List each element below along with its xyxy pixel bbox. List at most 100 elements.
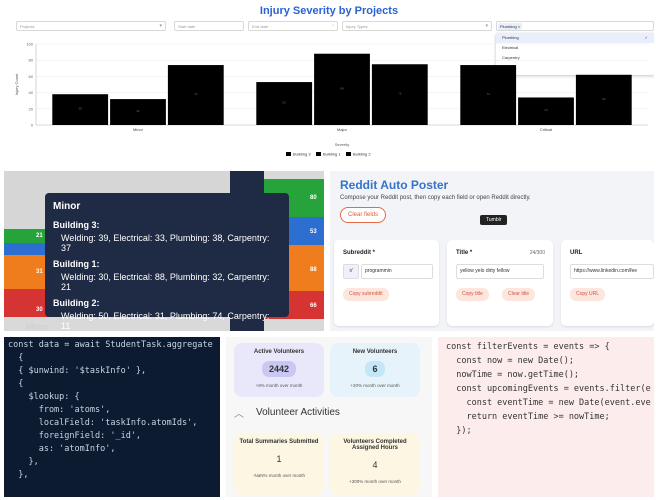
code-line: const now = new Date(); (446, 356, 574, 366)
active-volunteers-value: 2442 (261, 361, 297, 377)
legend-label: Building 2 (353, 152, 371, 157)
data-label: 53 (283, 101, 287, 105)
aggregate-code-panel: const data = await StudentTask.aggregate… (4, 337, 220, 497)
seg-label: 30 (36, 307, 43, 313)
axis-category-label: Minor (26, 322, 49, 331)
code-line: }); (446, 426, 472, 436)
data-label: 74 (194, 92, 198, 96)
new-volunteers-value: 6 (365, 361, 385, 377)
new-volunteers-label: New Volunteers (352, 349, 398, 355)
summaries-value: 1 (276, 454, 282, 464)
code-line: }, (8, 457, 39, 467)
reddit-subtitle: Compose your Reddit post, then copy each… (340, 195, 531, 201)
seg-label: 21 (36, 233, 43, 239)
clear-title-button[interactable]: Clear title (502, 288, 536, 301)
code-line: return eventTime >= nowTime; (446, 412, 610, 422)
y-tick-label: 0 (31, 123, 34, 128)
y-tick-label: 60 (29, 74, 34, 79)
subreddit-input[interactable]: programmin (361, 264, 433, 279)
seg-label: 88 (310, 267, 317, 273)
hours-change: +300% month over month (349, 479, 401, 484)
data-label: 34 (544, 108, 548, 112)
tooltip-building-3: Building 3: (53, 220, 100, 230)
bar-chart: 0 20 40 60 80 100 Injury Count Severity 38 32 74 Mi… (14, 42, 648, 157)
tumblr-tooltip: Tumblr (480, 215, 508, 225)
data-label: 62 (602, 97, 606, 101)
copy-url-button[interactable]: Copy URL (570, 288, 606, 301)
title-label: Title * (456, 250, 473, 256)
code-line: const eventTime = new Date(event.eve (446, 398, 651, 408)
volunteer-dashboard-panel: Active Volunteers 2442 +8% month over mo… (226, 337, 432, 497)
legend-label: Building 3 (293, 152, 311, 157)
x-axis-label: Severity (335, 142, 349, 147)
code-line: const data = await StudentTask.aggregate (8, 340, 213, 350)
seg-label: 31 (36, 269, 43, 275)
tooltip-building-3-values: Welding: 39, Electrical: 33, Plumbing: 3… (61, 233, 270, 253)
tooltip-building-2-values: Welding: 50, Electrical: 31, Plumbing: 7… (61, 311, 270, 331)
tooltip-building-2: Building 2: (53, 298, 100, 308)
legend-label: Building 1 (323, 152, 341, 157)
summaries-card: Total Summaries Submitted 1 -NaN% month … (234, 433, 324, 495)
y-tick-label: 80 (29, 58, 34, 63)
copy-subreddit-button[interactable]: Copy subreddit (343, 288, 389, 301)
chevron-up-icon[interactable]: ︿ (234, 405, 244, 420)
new-volunteers-change: +20% month over month (350, 383, 400, 388)
data-label: 74 (487, 92, 491, 96)
data-label: 75 (398, 92, 402, 96)
active-volunteers-label: Active Volunteers (253, 349, 305, 355)
code-line: { (8, 379, 24, 389)
x-tick-label: Major (337, 127, 348, 132)
x-tick-label: Critical (540, 127, 552, 132)
reddit-title: Reddit Auto Poster (340, 178, 449, 192)
chart-tooltip: Minor Building 3: Welding: 39, Electrica… (45, 193, 289, 331)
summaries-change: -NaN% month over month (252, 473, 306, 478)
code-line: from: 'atoms', (8, 405, 111, 415)
injury-chart-panel: Injury Severity by Projects Projects ▾ St… (4, 2, 654, 165)
legend-swatch (286, 152, 291, 156)
code-line: $lookup: { (8, 392, 80, 402)
filter-events-code-panel: const filterEvents = events => { const n… (438, 337, 654, 497)
code-line: const upcomingEvents = events.filter(e (446, 384, 651, 394)
data-label: 32 (136, 109, 140, 113)
seg-label: 53 (310, 229, 317, 235)
url-card: URL https://www.linkedin.com/fee Copy UR… (561, 240, 654, 326)
url-label: URL (570, 250, 583, 256)
y-tick-label: 20 (29, 106, 34, 111)
active-volunteers-card: Active Volunteers 2442 +8% month over mo… (234, 343, 324, 397)
seg-label: 80 (310, 195, 317, 201)
clear-fields-button[interactable]: Clear fields (340, 207, 387, 223)
code-line: { $unwind: '$taskInfo' }, (8, 366, 147, 376)
title-input[interactable]: yellow yelo dirty fellow (456, 264, 544, 279)
subreddit-prefix: r/ (343, 264, 359, 279)
url-input[interactable]: https://www.linkedin.com/fee (570, 264, 654, 279)
stacked-tooltip-panel: 21 31 30 80 53 88 66 Minor Building 3: W… (4, 171, 324, 331)
y-axis-label: Injury Count (14, 73, 19, 95)
new-volunteers-card: New Volunteers 6 +20% month over month (330, 343, 420, 397)
tooltip-title: Minor (53, 201, 81, 212)
data-label: 88 (340, 86, 344, 90)
volunteer-activities-heading: Volunteer Activities (256, 407, 340, 418)
title-count: 24/300 (529, 250, 545, 256)
data-label: 38 (79, 107, 83, 111)
code-line: as: 'atomInfo', (8, 444, 116, 454)
y-tick-label: 100 (26, 42, 33, 47)
hours-label: Volunteers Completed Assigned Hours (343, 439, 407, 451)
subreddit-card: Subreddit * r/ programmin Copy subreddit (334, 240, 439, 326)
hours-value: 4 (372, 460, 378, 470)
tooltip-building-1-values: Welding: 30, Electrical: 88, Plumbing: 3… (61, 272, 270, 292)
code-line: }, (8, 470, 29, 480)
active-volunteers-change: +8% month over month (255, 383, 303, 388)
tooltip-building-1: Building 1: (53, 259, 100, 269)
y-tick-label: 40 (29, 90, 34, 95)
legend-swatch (346, 152, 351, 156)
title-card: Title * 24/300 yellow yelo dirty fellow … (447, 240, 553, 326)
code-line: { (8, 353, 24, 363)
reddit-poster-panel: Reddit Auto Poster Compose your Reddit p… (330, 171, 654, 331)
seg-label: 66 (310, 303, 317, 309)
code-line: const filterEvents = events => { (446, 342, 610, 352)
copy-title-button[interactable]: Copy title (456, 288, 489, 301)
legend-swatch (316, 152, 321, 156)
code-line: localField: 'taskInfo.atomIds', (8, 418, 198, 428)
x-tick-label: Minor (133, 127, 144, 132)
code-line: nowTime = now.getTime(); (446, 370, 580, 380)
